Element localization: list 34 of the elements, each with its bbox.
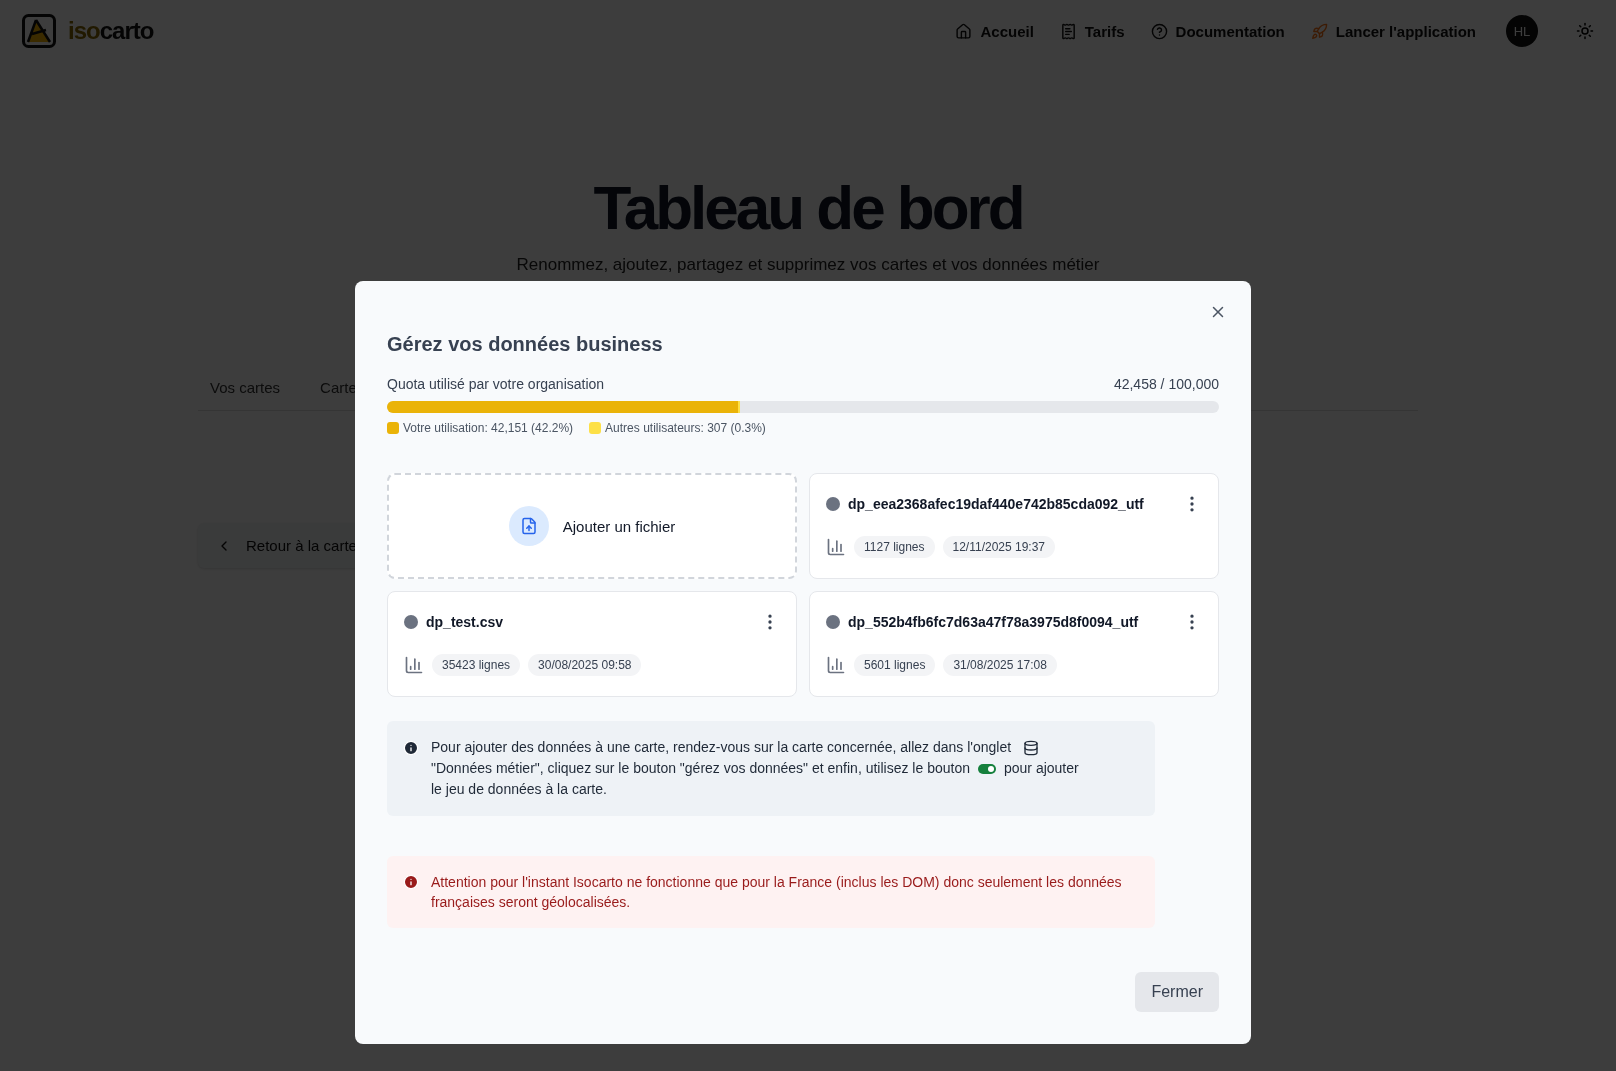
warning-icon [403,874,419,890]
info-text: Pour ajouter des données à une carte, rendez-vous sur la carte concernée, allez dans l'onglet [431,738,1012,757]
chart-icon [826,537,846,557]
file-date: 31/08/2025 17:08 [943,654,1057,676]
info-icon [403,740,419,756]
info-text: "Données métier", cliquez sur le bouton "gérez vos données" et enfin, utilisez le bouton [431,759,970,778]
logo-text: isocarto [68,17,154,45]
file-date: 30/08/2025 09:58 [528,654,642,676]
row-count: 1127 lignes [854,536,935,558]
info-text: le jeu de données à la carte. [431,780,607,799]
status-dot [404,615,418,629]
row-count: 35423 lignes [432,654,521,676]
legend-label: Votre utilisation: 42,151 (42.2%) [403,421,574,435]
quota-reading: 42,458 / 100,000 [1113,376,1219,392]
warning-text: Attention pour l'instant Isocarto ne fonctionne que pour la France (inclus les DOM) donc seulement les données françaises seront géolocalisées. [431,873,1123,912]
chart-icon [404,655,424,675]
add-file-button[interactable]: Ajouter un fichier [387,473,797,579]
status-dot [826,615,840,629]
row-count: 5601 lignes [854,654,936,676]
status-dot [826,497,840,511]
file-date: 12/11/2025 19:37 [942,536,1056,558]
legend-label: Autres utilisateurs: 307 (0.3%) [605,421,766,435]
close-button[interactable]: Fermer [1135,972,1219,1012]
chart-icon [826,655,846,675]
file-name: dp_eea2368afec19daf440e742b85cda092_utf [848,496,1145,512]
toggle-icon [978,763,996,774]
page-title: Tableau de bord [593,172,1023,243]
info-text: pour ajouter [1004,759,1079,778]
dialog-title: Gérez vos données business [387,333,664,356]
quota-label: Quota utilisé par votre organisation [387,376,605,392]
file-name: dp_test.csv [426,614,505,630]
file-upload-icon [508,506,549,546]
database-icon [1023,739,1040,756]
file-name: dp_552b4fb6fc7d63a47f78a3975d8f0094_utf [848,614,1140,630]
